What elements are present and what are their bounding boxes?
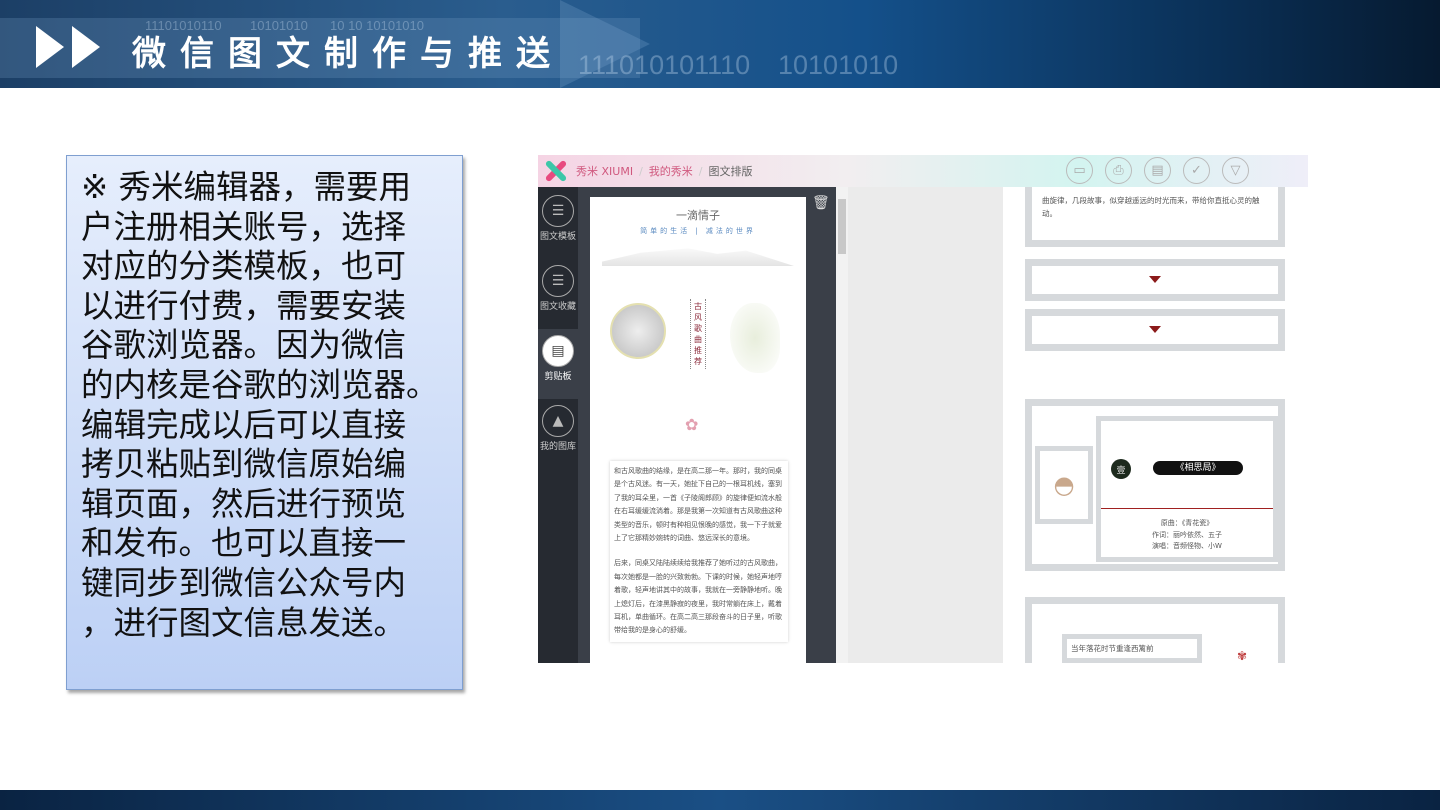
article-paragraph: 和古风歌曲的结缘，是在高二那一年。那时，我的同桌是个古风迷。有一天，她扯下自己的… bbox=[614, 467, 782, 543]
template-block[interactable] bbox=[1025, 309, 1285, 351]
folder-icon[interactable]: ▭ bbox=[1066, 157, 1093, 184]
template-block[interactable] bbox=[1025, 259, 1285, 301]
flower-circle-image bbox=[610, 303, 666, 359]
divider-line bbox=[1101, 508, 1273, 509]
sidebar-item-gallery[interactable]: ▲ 我的图库 bbox=[538, 399, 578, 469]
textbox-line: 谷歌浏览器。因为微信 bbox=[81, 326, 407, 365]
article-title: 一滴情子 bbox=[676, 209, 720, 222]
breadcrumb-my-xiumi[interactable]: 我的秀米 bbox=[649, 163, 693, 179]
breadcrumb-current: 图文排版 bbox=[708, 165, 753, 178]
template-block[interactable]: 当年落花时节重逢西篱前 ✾ bbox=[1025, 597, 1285, 663]
template-list: 曲旋律，几段故事，似穿越遥远的时光而来，带给你直抵心灵的触动。 ◓ 壹 《相思局… bbox=[1003, 177, 1308, 663]
textbox-line: ，进行图文信息发送。 bbox=[81, 603, 407, 642]
template-text: 当年落花时节重逢西篱前 bbox=[1062, 634, 1202, 663]
flower-icon: ✿ bbox=[685, 415, 699, 434]
caret-down-icon bbox=[1149, 326, 1161, 333]
textbox-line: 键同步到微信公众号内 bbox=[81, 563, 407, 602]
article-preview: 一滴情子 简单的生活 | 减法的世界 古风歌曲推荐 ✿ 和古风歌曲的结缘，是在高… bbox=[590, 197, 806, 663]
fan-image: ◓ bbox=[1035, 446, 1093, 524]
template-block[interactable]: ◓ 壹 《相思局》 原曲：《青花瓷》 作词：丽吟依然、五子 演唱：音频怪物、小W bbox=[1025, 399, 1285, 571]
preview-scrollbar[interactable] bbox=[836, 187, 848, 663]
xiumi-logo-icon bbox=[542, 158, 568, 184]
textbox-line: 户注册相关账号，选择 bbox=[81, 207, 407, 246]
sidebar-label: 图文收藏 bbox=[539, 302, 576, 312]
textbox-line: 编辑完成以后可以直接 bbox=[81, 405, 407, 444]
vertical-caption: 古风歌曲推荐 bbox=[690, 299, 706, 369]
check-icon[interactable]: ✓ bbox=[1183, 157, 1210, 184]
song-title: 《相思局》 bbox=[1153, 461, 1243, 475]
binary-text: 10101010 bbox=[778, 50, 899, 80]
slide-footer bbox=[0, 790, 1440, 810]
favorite-icon: ☰ bbox=[542, 265, 574, 297]
textbox-line: 的内核是谷歌的浏览器。 bbox=[81, 365, 439, 404]
print-preview-icon[interactable]: ⎙ bbox=[1105, 157, 1132, 184]
list-icon: ☰ bbox=[542, 195, 574, 227]
slide-header: 11101010110 10101010 10 10 10101010 1110… bbox=[0, 0, 1440, 88]
mountain-image bbox=[602, 248, 794, 266]
textbox-line: 和发布。也可以直接一 bbox=[81, 524, 407, 563]
credit-line: 演唱：音频怪物、小W bbox=[1152, 542, 1222, 550]
textbox-line: 以进行付费，需要安装 bbox=[81, 286, 407, 325]
article-subtitle: 简单的生活 | 减法的世界 bbox=[640, 227, 756, 235]
double-chevron-icon bbox=[36, 26, 108, 68]
sidebar-divider bbox=[578, 187, 588, 663]
copy-icon[interactable]: ▤ bbox=[1144, 157, 1171, 184]
textbox-line: 拷贝粘贴到微信原始编 bbox=[81, 445, 407, 484]
article-paragraph: 后来，同桌又陆陆续续给我推荐了她听过的古风歌曲，每次她都是一脸的兴致勃勃。下课的… bbox=[614, 559, 782, 635]
sidebar-item-clipboard[interactable]: ▤ 剪贴板 bbox=[538, 329, 578, 399]
sidebar-label: 剪贴板 bbox=[544, 372, 572, 382]
blossom-image bbox=[730, 303, 780, 373]
sidebar-label: 我的图库 bbox=[539, 442, 576, 452]
textbox-line: ※ 秀米编辑器，需要用 bbox=[81, 168, 412, 206]
breadcrumb-home[interactable]: 秀米 XIUMI bbox=[576, 163, 633, 179]
template-block: 曲旋律，几段故事，似穿越遥远的时光而来，带给你直抵心灵的触动。 bbox=[1025, 177, 1285, 247]
trash-icon[interactable]: 🗑 bbox=[812, 195, 830, 211]
sidebar-item-favorites[interactable]: ☰ 图文收藏 bbox=[538, 259, 578, 329]
editor-topbar: 秀米 XIUMI / 我的秀米 / 图文排版 ▭ ⎙ ▤ ✓ ▽ bbox=[538, 155, 1308, 187]
binary-text: 111010101110 bbox=[578, 50, 751, 80]
slide-title: 微信图文制作与推送 bbox=[132, 34, 564, 74]
credit-line: 作词：丽吟依然、五子 bbox=[1152, 530, 1222, 539]
caret-down-icon bbox=[1149, 276, 1161, 283]
gallery-icon: ▲ bbox=[542, 405, 574, 437]
sidebar-item-templates[interactable]: ☰ 图文模板 bbox=[538, 189, 578, 259]
flower-icon: ✾ bbox=[1237, 649, 1248, 663]
number-badge: 壹 bbox=[1111, 459, 1131, 479]
dropdown-icon[interactable]: ▽ bbox=[1222, 157, 1249, 184]
template-text: 曲旋律，几段故事，似穿越遥远的时光而来，带给你直抵心灵的触动。 bbox=[1042, 196, 1260, 218]
textbox-line: 对应的分类模板，也可 bbox=[81, 247, 407, 286]
sidebar-label: 图文模板 bbox=[539, 232, 576, 242]
textbox-line: 辑页面，然后进行预览 bbox=[81, 484, 407, 523]
clipboard-icon: ▤ bbox=[542, 335, 574, 367]
description-textbox: ※ 秀米编辑器，需要用 户注册相关账号，选择 对应的分类模板，也可 以进行付费，需要安… bbox=[66, 155, 463, 690]
xiumi-editor-screenshot: 秀米 XIUMI / 我的秀米 / 图文排版 ▭ ⎙ ▤ ✓ ▽ ☰ 图文模板 ☰ 图文… bbox=[538, 155, 1308, 663]
credit-line: 原曲：《青花瓷》 bbox=[1160, 519, 1214, 527]
